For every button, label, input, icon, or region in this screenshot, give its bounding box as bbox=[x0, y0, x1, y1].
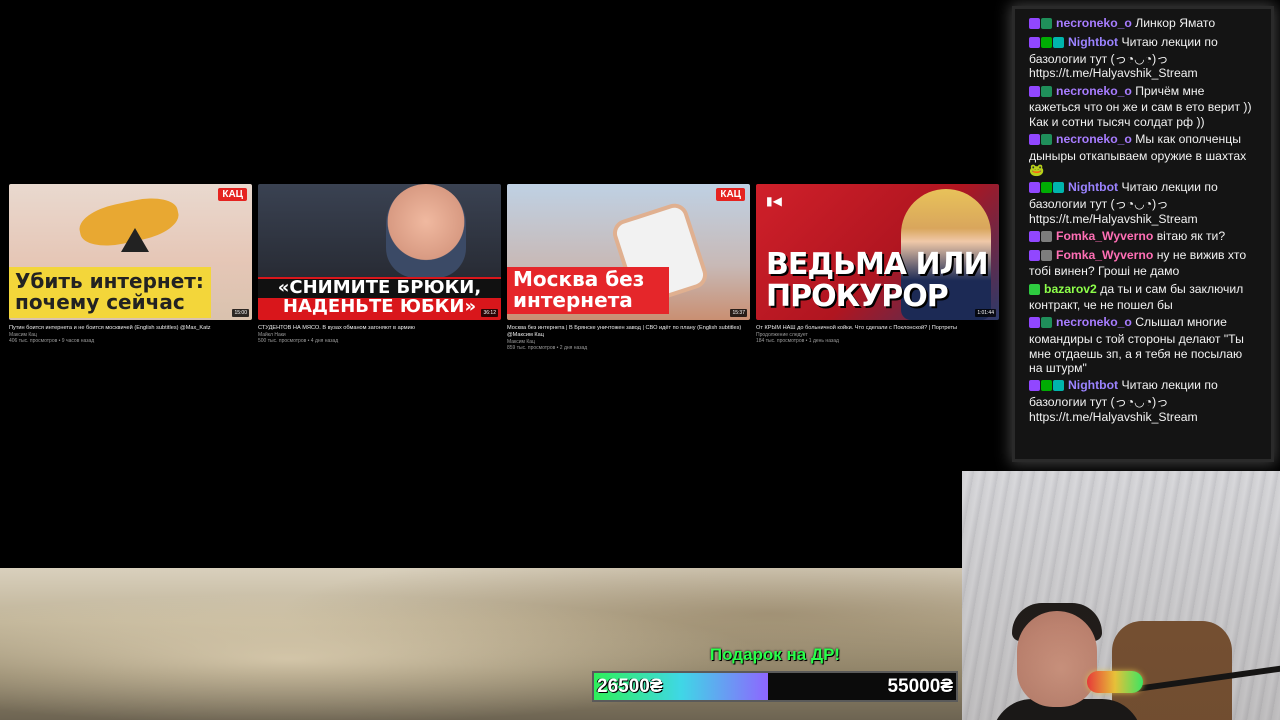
video-card[interactable]: «СНИМИТЕ БРЮКИ, НАДЕНЬТЕ ЮБКИ» 36:12 СТУ… bbox=[258, 184, 501, 345]
person-graphic bbox=[386, 184, 466, 278]
chat-badge-icon bbox=[1041, 380, 1052, 392]
chat-badge-icon bbox=[1041, 317, 1052, 329]
video-title[interactable]: Путин боится интернета и не боится москв… bbox=[9, 325, 252, 332]
thumbnail-caption: Москва без интернета bbox=[507, 267, 669, 314]
chat-badges bbox=[1029, 249, 1053, 265]
chat-message: necroneko_o Причём мне кажеться что он ж… bbox=[1029, 84, 1259, 130]
chat-badge-icon bbox=[1053, 37, 1064, 49]
video-duration: 15:00 bbox=[232, 309, 249, 317]
video-card[interactable]: КАЦ Москва без интернета 15:37 Москва бе… bbox=[507, 184, 750, 352]
webcam-shade bbox=[962, 471, 1280, 720]
chat-message: bazarov2 да ты и сам бы заключил контрак… bbox=[1029, 282, 1259, 313]
chat-username[interactable]: necroneko_o bbox=[1056, 16, 1132, 30]
chat-message: necroneko_o Слышал многие командиры с то… bbox=[1029, 315, 1259, 375]
chat-message: Nightbot Читаю лекции по базологии тут (… bbox=[1029, 378, 1259, 424]
play-icon: ▮◀ bbox=[766, 194, 782, 208]
thumbnail-caption-line2: НАДЕНЬТЕ ЮБКИ» bbox=[282, 296, 477, 318]
chat-username[interactable]: Fomka_Wyverno bbox=[1056, 229, 1153, 243]
chat-badges bbox=[1029, 317, 1053, 332]
chat-badges bbox=[1029, 182, 1065, 197]
chat-badge-icon bbox=[1029, 283, 1040, 295]
chat-badges bbox=[1029, 85, 1053, 101]
donation-goal-bar: 26500₴ 55000₴ bbox=[592, 671, 958, 702]
chat-username[interactable]: Fomka_Wyverno bbox=[1056, 248, 1153, 262]
chat-badge-icon bbox=[1029, 249, 1040, 261]
thumbnail-caption: ВЕДЬМА ИЛИ ПРОКУРОР bbox=[766, 247, 989, 314]
chat-message: Fomka_Wyverno вітаю як ти? bbox=[1029, 229, 1259, 246]
chat-badge-icon bbox=[1041, 85, 1052, 97]
chat-badge-icon bbox=[1041, 230, 1052, 242]
video-thumbnail[interactable]: «СНИМИТЕ БРЮКИ, НАДЕНЬТЕ ЮБКИ» 36:12 bbox=[258, 184, 501, 320]
donation-goal-current: 26500₴ bbox=[597, 676, 663, 697]
chat-badge-icon bbox=[1029, 230, 1040, 242]
chat-badge-icon bbox=[1041, 182, 1052, 194]
chat-badge-icon bbox=[1029, 317, 1040, 329]
chat-badge-icon bbox=[1029, 380, 1040, 392]
chat-username[interactable]: Nightbot bbox=[1068, 180, 1118, 194]
video-meta: 406 тыс. просмотров • 9 часов назад bbox=[9, 338, 95, 345]
video-meta: 184 тыс. просмотров • 1 день назад bbox=[756, 338, 839, 345]
webcam-feed bbox=[962, 471, 1280, 720]
chat-message: Fomka_Wyverno ну не вижив хто тобі винен… bbox=[1029, 248, 1259, 279]
video-thumbnail[interactable]: КАЦ Москва без интернета 15:37 bbox=[507, 184, 750, 320]
donation-goal-target: 55000₴ bbox=[887, 676, 953, 697]
chat-badges bbox=[1029, 283, 1041, 299]
chat-badges bbox=[1029, 380, 1065, 395]
chat-message: Nightbot Читаю лекции по базологии тут (… bbox=[1029, 35, 1259, 81]
chat-messages[interactable]: necroneko_o Линкор Ямато Nightbot Читаю л… bbox=[1029, 16, 1259, 427]
chat-username[interactable]: necroneko_o bbox=[1056, 315, 1132, 329]
chat-username[interactable]: necroneko_o bbox=[1056, 132, 1132, 146]
chat-panel: necroneko_o Линкор Ямато Nightbot Читаю л… bbox=[1012, 6, 1274, 462]
chat-text: Линкор Ямато bbox=[1135, 16, 1216, 30]
warning-icon bbox=[121, 228, 149, 252]
chat-text: вітаю як ти? bbox=[1156, 228, 1226, 243]
chat-badge-icon bbox=[1041, 133, 1052, 145]
video-card[interactable]: ▮◀ ВЕДЬМА ИЛИ ПРОКУРОР 1:01:44 От КРЫМ Н… bbox=[756, 184, 999, 345]
chat-message: Nightbot Читаю лекции по базологии тут (… bbox=[1029, 180, 1259, 226]
chat-username[interactable]: Nightbot bbox=[1068, 378, 1118, 392]
video-title[interactable]: Москва без интернета | В Брянске уничтож… bbox=[507, 325, 750, 339]
chat-badge-icon bbox=[1029, 133, 1040, 145]
chat-badge-icon bbox=[1029, 182, 1040, 194]
chat-badge-icon bbox=[1041, 18, 1052, 29]
chat-message: necroneko_o Мы как ополченцы дыныры отка… bbox=[1029, 132, 1259, 178]
chat-badges bbox=[1029, 133, 1053, 149]
chat-message: necroneko_o Линкор Ямато bbox=[1029, 16, 1259, 33]
video-meta: 500 тыс. просмотров • 4 дня назад bbox=[258, 338, 339, 345]
video-duration: 36:12 bbox=[481, 309, 498, 317]
donation-goal-title: Подарок на ДР! bbox=[709, 645, 841, 664]
chat-badge-icon bbox=[1029, 18, 1040, 29]
video-meta: 859 тыс. просмотров • 2 дня назад bbox=[507, 345, 588, 352]
chat-badges bbox=[1029, 230, 1053, 246]
channel-badge: КАЦ bbox=[218, 188, 247, 201]
chat-badge-icon bbox=[1053, 182, 1064, 194]
video-thumbnail[interactable]: КАЦ Убить интернет: почему сейчас 15:00 bbox=[9, 184, 252, 320]
chat-badge-icon bbox=[1041, 249, 1052, 261]
chat-badge-icon bbox=[1029, 85, 1040, 97]
chat-badges bbox=[1029, 37, 1065, 52]
video-title[interactable]: СТУДЕНТОВ НА МЯСО. В вузах обманом загон… bbox=[258, 325, 501, 332]
chat-username[interactable]: Nightbot bbox=[1068, 35, 1118, 49]
channel-badge: КАЦ bbox=[716, 188, 745, 201]
chat-badge-icon bbox=[1053, 380, 1064, 392]
video-thumbnail[interactable]: ▮◀ ВЕДЬМА ИЛИ ПРОКУРОР 1:01:44 bbox=[756, 184, 999, 320]
video-card[interactable]: КАЦ Убить интернет: почему сейчас 15:00 … bbox=[9, 184, 252, 345]
thumbnail-caption: «СНИМИТЕ БРЮКИ, НАДЕНЬТЕ ЮБКИ» bbox=[258, 277, 501, 320]
chat-badges bbox=[1029, 18, 1053, 33]
chat-badge-icon bbox=[1041, 37, 1052, 49]
video-title[interactable]: От КРЫМ НАШ до больничной койки. Что сде… bbox=[756, 325, 999, 332]
chat-badge-icon bbox=[1029, 37, 1040, 49]
video-duration: 15:37 bbox=[730, 309, 747, 317]
chat-username[interactable]: necroneko_o bbox=[1056, 84, 1132, 98]
chat-username[interactable]: bazarov2 bbox=[1044, 282, 1097, 296]
video-duration: 1:01:44 bbox=[975, 309, 996, 317]
video-row: КАЦ Убить интернет: почему сейчас 15:00 … bbox=[9, 184, 1000, 364]
thumbnail-caption: Убить интернет: почему сейчас bbox=[9, 267, 211, 318]
